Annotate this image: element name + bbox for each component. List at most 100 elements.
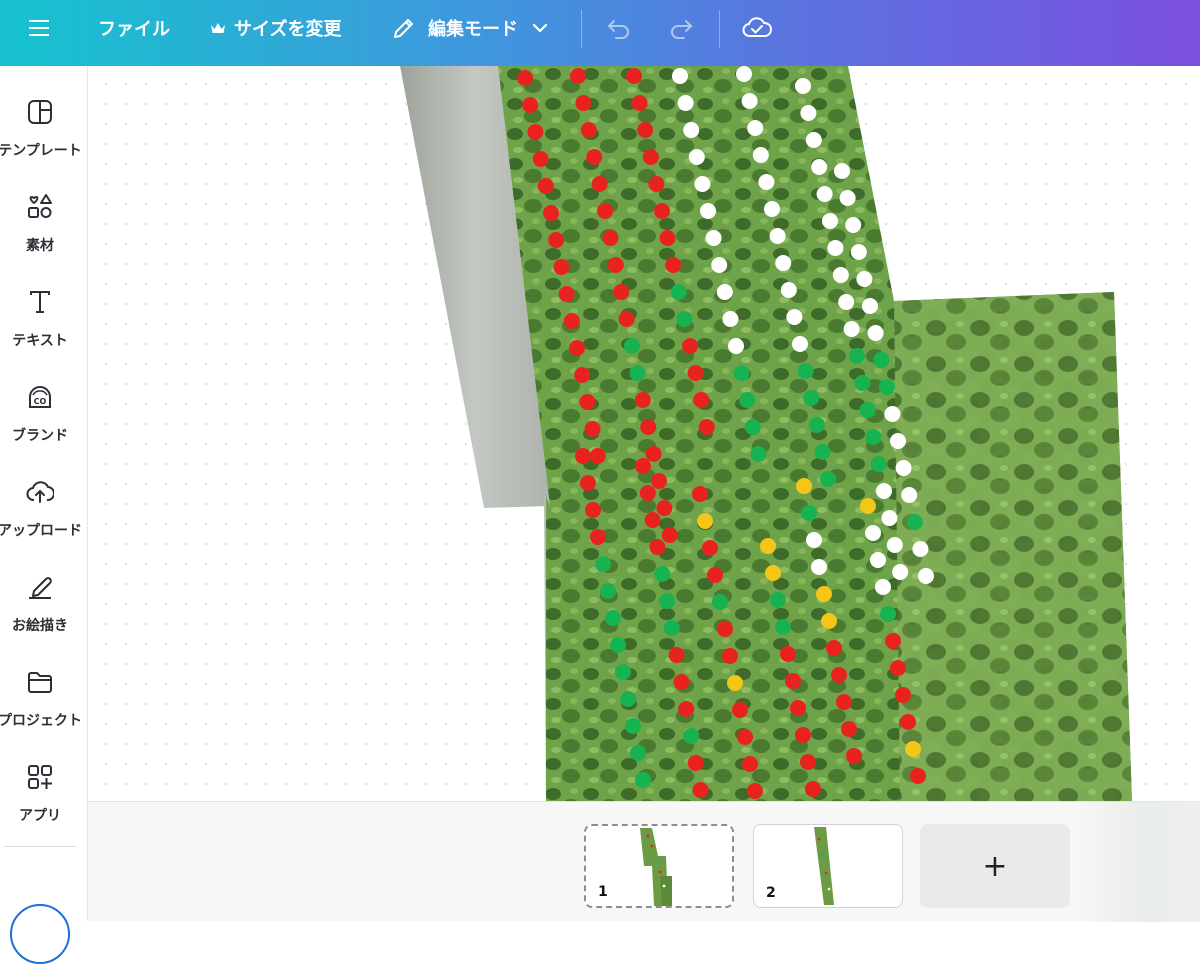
tree-marker (765, 565, 781, 581)
brand-icon: CO (26, 383, 54, 411)
tree-marker (885, 633, 901, 649)
tree-marker (760, 538, 776, 554)
svg-text:CO: CO (34, 397, 47, 406)
sidebar-item-templates[interactable]: テンプレート (0, 98, 88, 188)
sidebar-item-elements[interactable]: 素材 (0, 193, 88, 283)
tree-marker (677, 95, 694, 111)
tree-marker (672, 68, 688, 84)
sidebar-item-uploads[interactable]: アップロード (0, 478, 88, 568)
file-menu-button[interactable]: ファイル (98, 0, 170, 56)
orchard-aerial-photo[interactable] (88, 66, 1200, 801)
tree-marker (744, 419, 761, 435)
tree-marker (876, 483, 892, 499)
tree-marker (683, 728, 699, 744)
template-icon (26, 98, 54, 126)
edit-mode-dropdown[interactable]: 編集モード (392, 0, 548, 56)
tree-marker (648, 176, 665, 192)
cloud-check-icon[interactable] (742, 0, 772, 56)
resize-button[interactable]: サイズを変更 (210, 0, 341, 56)
tree-marker (826, 640, 842, 656)
tree-marker (692, 486, 708, 502)
tree-marker (584, 421, 601, 437)
tree-marker (688, 149, 705, 165)
tree-marker (895, 460, 912, 476)
tree-marker (797, 363, 814, 379)
tree-marker (589, 448, 606, 464)
add-page-button[interactable]: + (920, 824, 1070, 908)
sidebar-item-brand[interactable]: CO ブランド (0, 383, 88, 473)
tree-marker (543, 205, 559, 221)
sidebar-divider (4, 846, 76, 847)
page-thumbnails-bar: 1 2 + (88, 801, 1200, 922)
tree-marker (649, 539, 666, 555)
tree-marker (836, 694, 852, 710)
tree-marker (642, 149, 659, 165)
top-toolbar: ファイル サイズを変更 編集モード (0, 0, 1200, 66)
tree-marker (602, 230, 619, 246)
avatar[interactable] (10, 904, 70, 964)
tree-marker (739, 392, 756, 408)
tree-marker (845, 217, 862, 233)
toolbar-divider (719, 10, 720, 48)
tree-marker (821, 613, 837, 629)
tree-marker (780, 282, 797, 298)
tree-marker (849, 348, 865, 364)
sidebar-item-label: テキスト (12, 333, 68, 349)
tree-marker (639, 485, 656, 501)
tree-marker (610, 637, 626, 653)
resize-label: サイズを変更 (234, 19, 342, 40)
tree-marker (631, 95, 648, 111)
tree-marker (537, 178, 554, 194)
tree-marker (906, 514, 923, 530)
sidebar-item-apps[interactable]: アプリ (0, 763, 88, 853)
tree-marker (831, 667, 847, 683)
tree-marker (881, 510, 898, 526)
redo-icon[interactable] (668, 0, 694, 56)
tree-marker (838, 294, 855, 310)
sidebar-item-projects[interactable]: プロジェクト (0, 668, 88, 758)
sidebar-item-text[interactable]: テキスト (0, 288, 88, 378)
page-1-preview (640, 828, 672, 906)
tree-marker (737, 729, 753, 745)
tree-marker (659, 593, 675, 609)
tree-marker (786, 309, 803, 325)
tree-marker (873, 352, 890, 368)
left-sidebar: テンプレート 素材 テキスト CO ブランド アップロード お絵描き プロジェク… (0, 66, 88, 964)
tree-marker (702, 540, 718, 556)
tree-marker (698, 419, 715, 435)
tree-marker (591, 176, 608, 192)
tree-marker (750, 446, 767, 462)
elements-icon (26, 193, 54, 221)
tree-marker (624, 338, 640, 354)
sidebar-item-draw[interactable]: お絵描き (0, 573, 88, 663)
page-thumbnail-1[interactable]: 1 (584, 824, 734, 908)
tree-marker (859, 402, 876, 418)
tree-marker (806, 532, 822, 548)
tree-marker (663, 620, 680, 636)
toolbar-divider (581, 10, 582, 48)
design-canvas[interactable] (88, 66, 1200, 801)
tree-marker (795, 727, 811, 743)
tree-marker (803, 390, 820, 406)
tree-marker (668, 647, 685, 663)
tree-marker (570, 68, 586, 84)
page-number: 2 (766, 885, 776, 901)
tree-marker (811, 159, 828, 175)
tree-marker (682, 338, 698, 354)
page-number: 1 (598, 884, 608, 900)
tree-marker (532, 151, 549, 167)
tree-marker (785, 673, 801, 689)
tree-marker (644, 512, 661, 528)
tree-marker (654, 566, 671, 582)
tree-marker (711, 257, 728, 273)
tree-marker (800, 754, 816, 770)
page-thumbnail-2[interactable]: 2 (753, 824, 903, 908)
hamburger-icon[interactable] (28, 0, 50, 56)
tree-marker (901, 487, 918, 503)
tree-marker (727, 675, 743, 691)
undo-icon[interactable] (606, 0, 632, 56)
tree-marker (780, 646, 796, 662)
tree-marker (816, 186, 833, 202)
tree-marker (732, 702, 748, 718)
tree-marker (595, 556, 611, 572)
